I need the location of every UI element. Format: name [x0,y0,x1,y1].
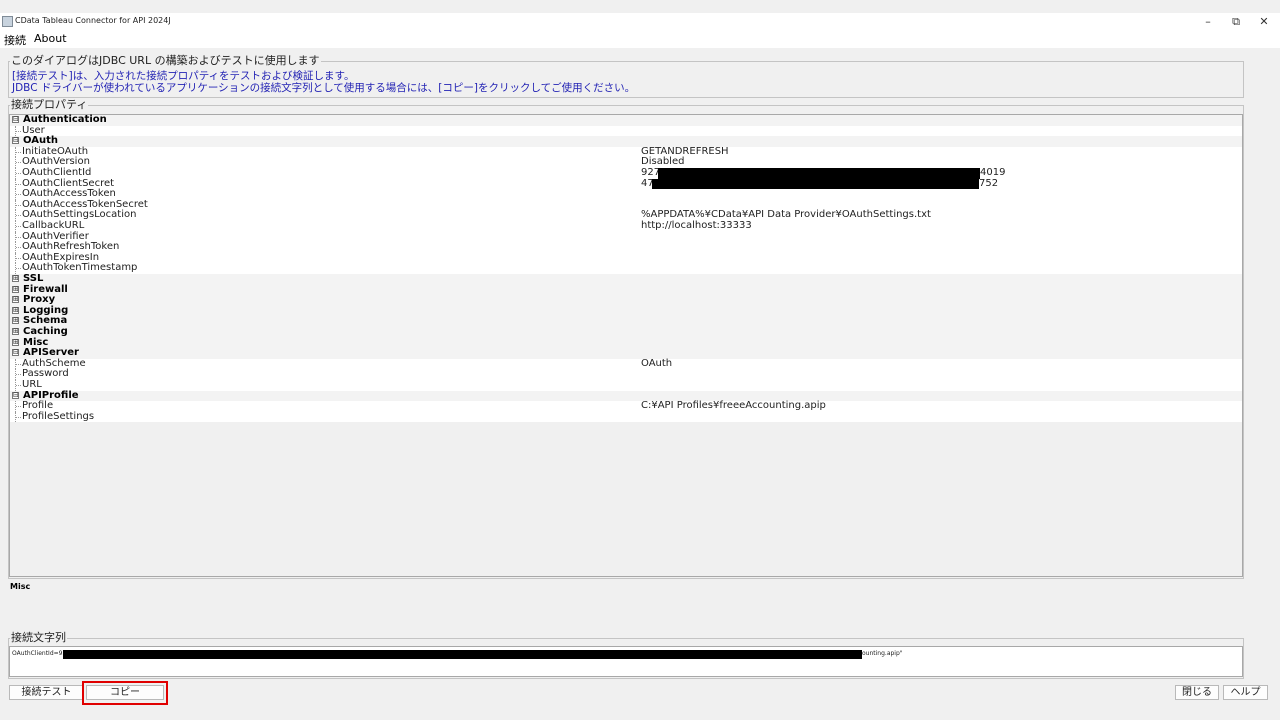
copy-button-highlight [82,681,168,705]
tree-connector [15,199,22,211]
category-name: SSL [23,273,44,284]
property-category-row[interactable]: ⊞ Schema [10,316,1242,327]
property-row[interactable]: OAuthSettingsLocation %APPDATA%¥CData¥API… [10,210,1242,221]
tree-connector [15,210,22,221]
property-category-row[interactable]: ⊟ Authentication [10,114,1242,126]
app-icon [2,16,13,27]
property-category-row[interactable]: ⊟ OAuth [10,136,1242,147]
property-category-row[interactable]: ⊞ Misc [10,337,1242,349]
tree-connector [15,358,22,370]
close-button[interactable]: 閉じる [1175,685,1219,700]
tree-connector [15,401,22,412]
property-row[interactable]: OAuthExpiresIn [10,252,1242,264]
redaction-bar [63,650,862,659]
expand-toggle-icon[interactable]: ⊞ [12,275,19,282]
expand-toggle-icon[interactable]: ⊞ [12,328,19,335]
collapse-toggle-icon[interactable]: ⊟ [12,349,19,357]
property-category-row[interactable]: ⊞ Proxy [10,295,1242,306]
connection-string-text: OAuthClientId=92 [12,650,67,657]
property-value[interactable]: http://localhost:33333 [641,220,752,232]
category-name: Caching [23,326,68,337]
property-row[interactable]: OAuthVerifier [10,231,1242,243]
property-row[interactable]: Profile C:¥API Profiles¥freeeAccounting.a… [10,401,1242,412]
tree-connector [15,231,22,243]
property-category-row[interactable]: ⊞ Firewall [10,284,1242,296]
property-row[interactable]: Password [10,369,1242,380]
collapse-toggle-icon[interactable]: ⊟ [12,116,19,123]
properties-legend: 接続プロパティ [10,98,89,111]
collapse-toggle-icon[interactable]: ⊟ [12,391,19,399]
tree-connector [15,369,22,380]
property-category-row[interactable]: ⊞ Logging [10,305,1242,317]
property-category-row[interactable]: ⊟ APIServer [10,348,1242,359]
maximize-button[interactable]: ⧉ [1222,13,1250,30]
tree-connector [15,411,22,423]
title-bar: CData Tableau Connector for API 2024J – … [0,13,1280,30]
property-row[interactable]: ProfileSettings [10,410,1242,423]
tree-connector [15,221,22,232]
property-row[interactable]: AuthScheme OAuth [10,358,1242,370]
window-title: CData Tableau Connector for API 2024J [15,16,171,25]
info-line-1: [接続テスト]は、入力された接続プロパティをテストおよび検証します。 [12,70,355,82]
expand-toggle-icon[interactable]: ⊞ [12,306,19,314]
redaction-bar [658,168,980,179]
property-row[interactable]: OAuthClientSecret 47 752 [10,177,1242,190]
property-value-tail: 752 [979,177,999,189]
tree-connector [15,189,22,200]
property-row[interactable]: InitiateOAuth GETANDREFRESH [10,146,1242,158]
info-line-2: JDBC ドライバーが使われているアプリケーションの接続文字列として使用する場合… [12,82,636,94]
collapse-toggle-icon[interactable]: ⊟ [12,137,19,145]
tree-connector [15,125,22,137]
property-name: CallbackURL [22,220,85,231]
tree-connector [15,380,22,391]
tree-connector [15,242,22,253]
property-row[interactable]: OAuthRefreshToken [10,242,1242,253]
description-title: Misc [10,582,31,591]
property-category-row[interactable]: ⊞ SSL [10,273,1242,285]
info-legend: このダイアログはJDBC URL の構築およびテストに使用します [10,54,321,67]
property-row[interactable]: OAuthVersion Disabled [10,157,1242,168]
expand-toggle-icon[interactable]: ⊞ [12,317,19,325]
minimize-button[interactable]: – [1194,13,1222,30]
property-value[interactable]: C:¥API Profiles¥freeeAccounting.apip [641,401,826,412]
property-row[interactable]: OAuthAccessTokenSecret [10,199,1242,211]
property-row[interactable]: User [10,125,1242,137]
category-name: Authentication [23,114,107,125]
property-row[interactable]: OAuthTokenTimestamp [10,263,1242,274]
menu-about[interactable]: About [34,32,67,45]
property-value-tail: 4019 [980,167,1006,178]
property-name: ProfileSettings [22,410,95,422]
connection-string-tail: ounting.apip" [862,650,903,657]
help-button[interactable]: ヘルプ [1223,685,1268,700]
property-name: URL [22,379,42,390]
tree-connector [15,178,22,190]
property-grid[interactable]: ⊟ Authentication User ⊟ OAuth InitiateOAuth GE… [9,114,1243,577]
property-row[interactable]: OAuthClientId 927 4019 [10,167,1242,179]
connection-string-legend: 接続文字列 [10,631,67,644]
property-row[interactable]: OAuthAccessToken [10,189,1242,200]
tree-connector [15,263,22,274]
test-connection-button[interactable]: 接続テスト [9,685,84,700]
connection-string-field[interactable]: OAuthClientId=92 ounting.apip" [9,646,1243,677]
menu-bar: 接続 About [0,30,1280,48]
tree-connector [15,157,22,168]
property-row[interactable]: CallbackURL http://localhost:33333 [10,220,1242,232]
property-row[interactable]: URL [10,379,1242,391]
property-name: OAuthClientId [22,167,92,178]
property-value[interactable]: OAuth [641,358,672,370]
property-category-row[interactable]: ⊟ APIProfile [10,390,1242,402]
menu-connection[interactable]: 接続 [4,32,26,48]
tree-connector [15,252,22,264]
tree-connector [15,168,22,179]
property-category-row[interactable]: ⊞ Caching [10,326,1242,338]
redaction-bar [652,178,979,190]
expand-toggle-icon[interactable]: ⊞ [12,338,19,346]
expand-toggle-icon[interactable]: ⊞ [12,296,19,304]
close-window-button[interactable]: ✕ [1250,13,1278,30]
dialog-window: CData Tableau Connector for API 2024J – … [0,0,1280,720]
expand-toggle-icon[interactable]: ⊞ [12,285,19,293]
tree-connector [15,146,22,158]
